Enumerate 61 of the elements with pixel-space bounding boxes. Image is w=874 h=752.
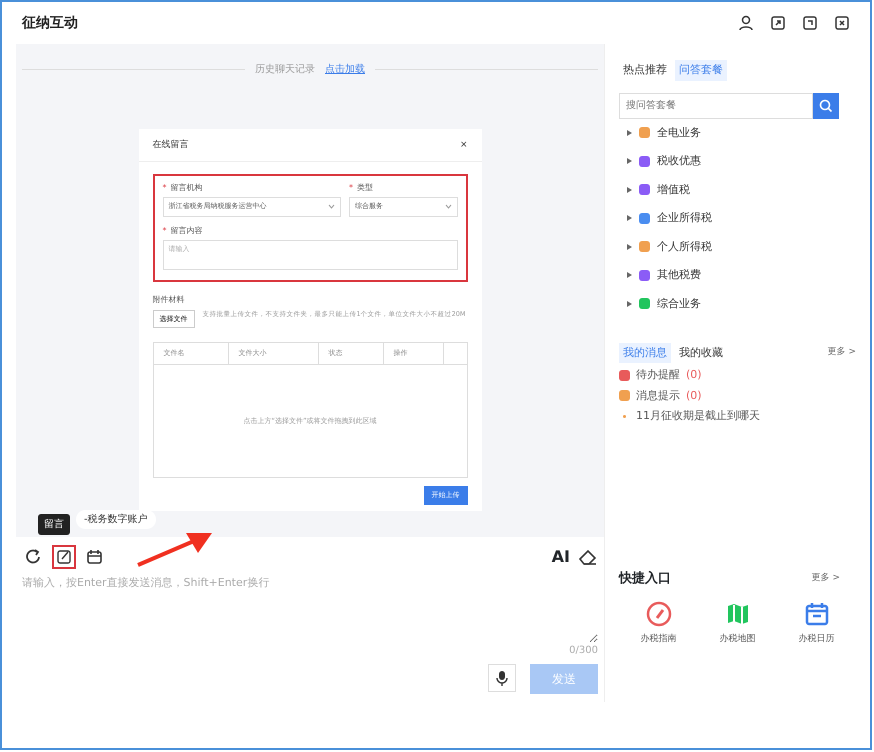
field-label: 留言机构 <box>170 182 202 194</box>
microphone-icon <box>496 670 508 686</box>
load-link[interactable]: 点击加载 <box>325 62 365 77</box>
char-counter: 0/300 <box>568 644 598 658</box>
dialog-title: 在线留言 <box>152 139 188 152</box>
calendar-icon <box>804 601 830 627</box>
ai-button[interactable]: AI <box>552 545 570 569</box>
compass-icon <box>646 601 672 627</box>
required-mark: * <box>162 182 166 194</box>
expand-arrow-icon <box>627 300 632 307</box>
history-label: 历史聊天记录 <box>255 62 315 77</box>
bullet-icon <box>623 414 626 418</box>
message-label[interactable]: 消息提示 <box>636 388 680 404</box>
tree-item[interactable]: 企业所得税 <box>627 204 856 232</box>
tree-item[interactable]: 增值税 <box>627 176 856 204</box>
search-icon <box>819 98 833 112</box>
message-label[interactable]: 待办提醒 <box>636 367 680 384</box>
search-field[interactable]: 搜问答套餐 <box>619 92 813 118</box>
expand-arrow-icon <box>627 215 632 222</box>
shortcut[interactable]: 办税地图 <box>714 600 762 648</box>
tab[interactable]: 问答套餐 <box>675 60 727 80</box>
chevron-icon <box>444 204 452 209</box>
tab[interactable]: 热点推荐 <box>619 60 671 80</box>
message-count: (0) <box>686 367 702 383</box>
eraser-icon[interactable] <box>578 548 598 566</box>
expand-arrow-icon <box>627 130 632 136</box>
required-mark: * <box>162 224 166 236</box>
user-icon[interactable] <box>738 15 754 31</box>
tree-item[interactable]: 其他税费 <box>627 261 856 290</box>
required-mark: * <box>349 182 353 194</box>
window-title: 征纳互动 <box>22 14 78 32</box>
expand-arrow-icon <box>627 272 632 278</box>
account-chip: -税务数字账户 <box>76 510 156 529</box>
tab[interactable]: 我的消息 <box>619 342 671 363</box>
message-input[interactable]: 请输入，按Enter直接发送消息，Shift+Enter换行 <box>22 575 598 643</box>
search-button[interactable] <box>813 92 839 118</box>
microphone-button[interactable] <box>488 664 516 692</box>
attachment-label: 附件材料 <box>152 294 186 306</box>
message-count: (0) <box>686 388 702 404</box>
tree-item[interactable]: 税收优惠 <box>627 147 856 176</box>
expand-icon[interactable] <box>770 15 786 31</box>
tooltip: 留言 <box>38 514 70 535</box>
more-link[interactable]: 更多 > <box>828 346 856 360</box>
chevron-icon <box>328 204 335 209</box>
tree-item[interactable]: 综合业务 <box>627 290 856 318</box>
expand-arrow-icon <box>627 158 632 164</box>
close-icon[interactable] <box>834 15 850 31</box>
more-link[interactable]: 更多 > <box>812 572 840 585</box>
expand-arrow-icon <box>627 186 632 193</box>
tree-item[interactable]: 个人所得税 <box>627 232 856 261</box>
field-label: 类型 <box>357 182 373 194</box>
export-icon[interactable] <box>802 15 818 31</box>
tab[interactable]: 我的收藏 <box>675 342 727 363</box>
shortcut[interactable]: 办税指南 <box>634 600 682 648</box>
close-button[interactable]: × <box>460 139 468 152</box>
section-title: 快捷入口 <box>619 570 671 588</box>
expand-arrow-icon <box>627 244 632 250</box>
message-label[interactable]: 11月征收期是截止到哪天 <box>636 408 760 424</box>
tree-item[interactable]: 全电业务 <box>627 118 856 147</box>
field-label: 留言内容 <box>170 224 202 236</box>
shortcut[interactable]: 办税日历 <box>792 600 840 648</box>
